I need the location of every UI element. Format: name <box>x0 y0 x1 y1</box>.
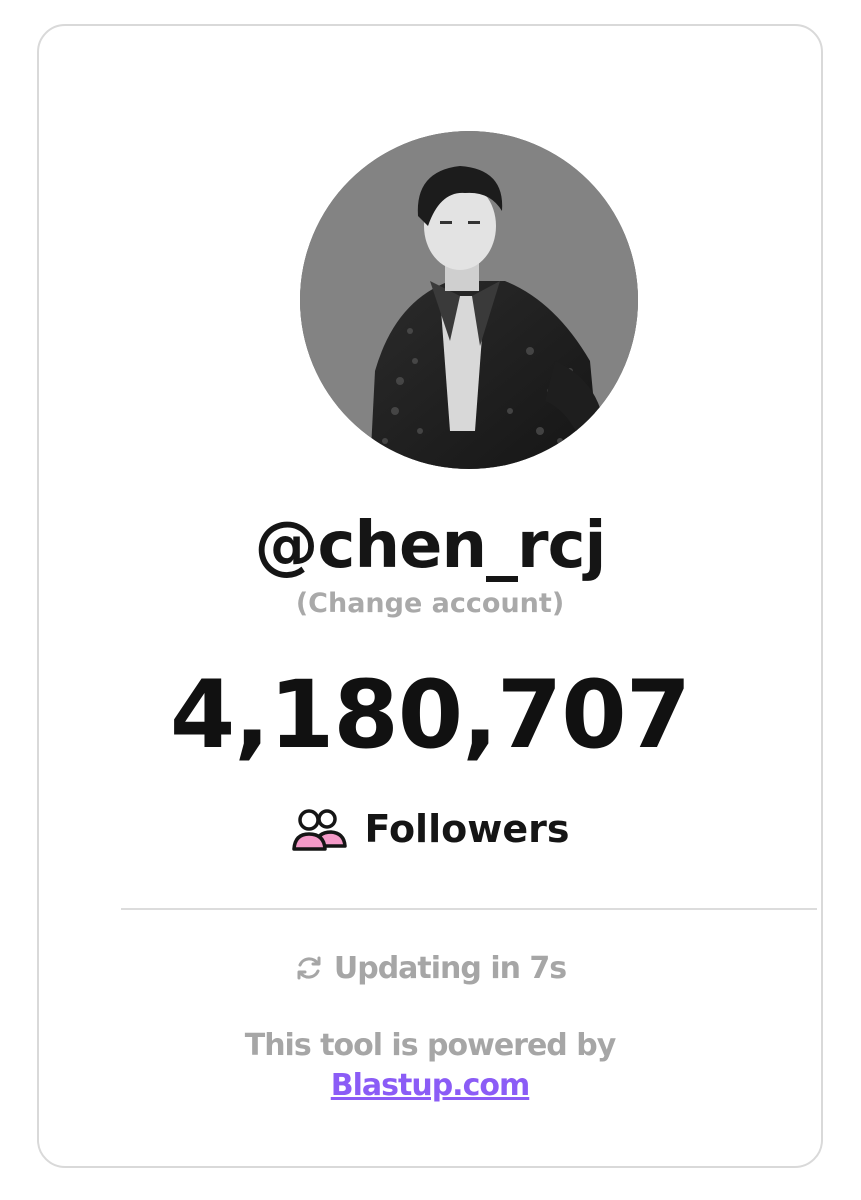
change-account-link[interactable]: (Change account) <box>39 584 821 624</box>
username: @chen_rcj <box>254 509 607 583</box>
updating-text: Updating in 7s <box>333 950 567 986</box>
users-icon <box>291 809 347 851</box>
divider <box>121 908 817 910</box>
followers-label-row: Followers <box>39 801 821 857</box>
powered-by-text: This tool is powered by <box>244 1028 617 1063</box>
followers-label: Followers <box>364 807 570 851</box>
blastup-link[interactable]: Blastup.com <box>331 1068 530 1103</box>
avatar <box>300 131 638 469</box>
follower-count: 4,180,707 <box>169 661 691 770</box>
refresh-icon <box>297 956 321 980</box>
profile-photo <box>300 131 638 469</box>
follower-counter-card: @chen_rcj (Change account) 4,180,707 Fol… <box>37 24 823 1168</box>
blastup-link-row: Blastup.com <box>39 1064 821 1112</box>
update-status: Updating in 7s <box>39 946 821 990</box>
